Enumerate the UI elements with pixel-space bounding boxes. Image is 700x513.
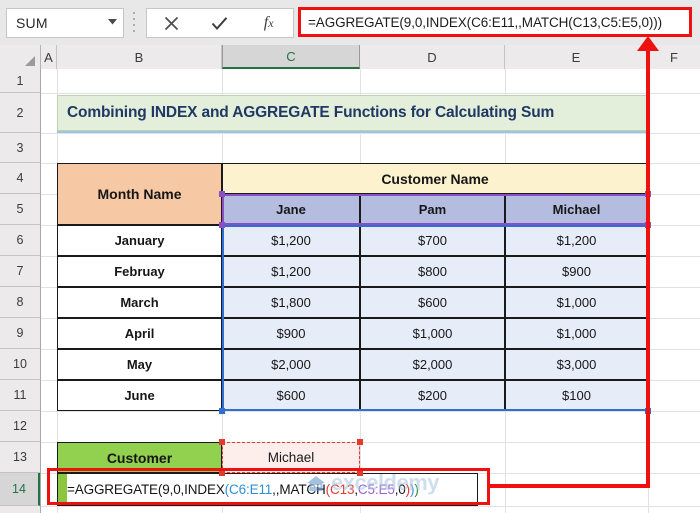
row-header-4[interactable]: 4 (0, 163, 40, 194)
cancel-x-icon[interactable] (151, 10, 191, 36)
formula-input-box[interactable]: =AGGREGATE(9,0,INDEX(C6:E11,,MATCH(C13,C… (298, 7, 692, 37)
sheet-title-banner: Combining INDEX and AGGREGATE Functions … (57, 95, 648, 131)
annotation-connector-vertical (646, 48, 650, 488)
table-cell: $900 (222, 318, 360, 349)
row-header-11[interactable]: 11 (0, 380, 40, 411)
range-handle[interactable] (219, 191, 225, 197)
name-box-value: SUM (16, 15, 48, 31)
column-header-e[interactable]: E (505, 45, 648, 69)
table-cell: $1,000 (505, 287, 648, 318)
row-header-14[interactable]: 14 (0, 473, 40, 506)
range-handle[interactable] (219, 439, 225, 445)
row-header-bar: 1 2 3 4 5 6 7 8 9 10 11 12 13 14 (0, 69, 41, 513)
table-cell: $100 (505, 380, 648, 411)
column-header-c[interactable]: C (222, 45, 360, 69)
range-handle[interactable] (219, 408, 225, 414)
annotation-arrowhead (637, 36, 659, 51)
table-cell: $600 (360, 287, 505, 318)
chevron-down-icon[interactable] (101, 19, 123, 27)
table-cell: $1,000 (505, 318, 648, 349)
table-cell: $2,000 (222, 349, 360, 380)
gridline-h (41, 411, 700, 412)
table-cell: $800 (360, 256, 505, 287)
row-header-5[interactable]: 5 (0, 194, 40, 225)
header-customer-name-band: Customer Name (222, 163, 648, 194)
title-underline (57, 131, 648, 133)
formula-bar-text: =AGGREGATE(9,0,INDEX(C6:E11,,MATCH(C13,C… (308, 14, 663, 30)
table-row: Februay (57, 256, 222, 287)
worksheet-grid: Combining INDEX and AGGREGATE Functions … (41, 69, 700, 513)
table-cell: $700 (360, 225, 505, 256)
row-header-1[interactable]: 1 (0, 69, 40, 93)
gridline-h (41, 506, 700, 507)
row-header-13[interactable]: 13 (0, 442, 40, 473)
table-row: April (57, 318, 222, 349)
name-box[interactable]: SUM (6, 8, 124, 38)
formula-bar-grip (131, 12, 137, 32)
table-cell: $900 (505, 256, 648, 287)
annotation-box-formula-cell (47, 468, 490, 505)
table-row: March (57, 287, 222, 318)
table-cell: $1,200 (505, 225, 648, 256)
row-header-10[interactable]: 10 (0, 349, 40, 380)
row-header-6[interactable]: 6 (0, 225, 40, 256)
table-cell: $1,800 (222, 287, 360, 318)
header-customer-pam: Pam (360, 194, 505, 225)
header-customer-michael: Michael (505, 194, 648, 225)
gridline-h (41, 93, 700, 94)
table-cell: $1,000 (360, 318, 505, 349)
confirm-check-icon[interactable] (200, 10, 240, 36)
row-header-3[interactable]: 3 (0, 133, 40, 163)
table-cell: $600 (222, 380, 360, 411)
gridline-h (41, 133, 700, 134)
table-cell: $1,200 (222, 256, 360, 287)
row-header-12[interactable]: 12 (0, 411, 40, 442)
header-month-name: Month Name (57, 163, 222, 225)
table-cell: $3,000 (505, 349, 648, 380)
formula-bar-area: SUM fx =AGGREGATE(9,0,INDEX(C6:E11,,MATC… (0, 0, 700, 46)
annotation-connector-horizontal (488, 484, 650, 488)
table-cell: $200 (360, 380, 505, 411)
row-header-9[interactable]: 9 (0, 318, 40, 349)
fx-icon[interactable]: fx (249, 10, 289, 36)
range-handle[interactable] (357, 439, 363, 445)
excel-worksheet-screenshot: SUM fx =AGGREGATE(9,0,INDEX(C6:E11,,MATC… (0, 0, 700, 513)
table-cell: $1,200 (222, 225, 360, 256)
range-handle[interactable] (219, 222, 225, 228)
formula-bar-buttons: fx (146, 8, 294, 38)
row-header-7[interactable]: 7 (0, 256, 40, 287)
table-row: June (57, 380, 222, 411)
row-header-8[interactable]: 8 (0, 287, 40, 318)
table-cell: $2,000 (360, 349, 505, 380)
row-header-2[interactable]: 2 (0, 93, 40, 133)
table-row: January (57, 225, 222, 256)
column-header-bar: A B C D E F (0, 45, 700, 70)
column-header-d[interactable]: D (360, 45, 505, 69)
table-row: May (57, 349, 222, 380)
column-header-a[interactable]: A (41, 45, 57, 69)
select-all-corner[interactable] (0, 45, 41, 69)
column-header-b[interactable]: B (57, 45, 222, 69)
header-customer-jane: Jane (222, 194, 360, 225)
